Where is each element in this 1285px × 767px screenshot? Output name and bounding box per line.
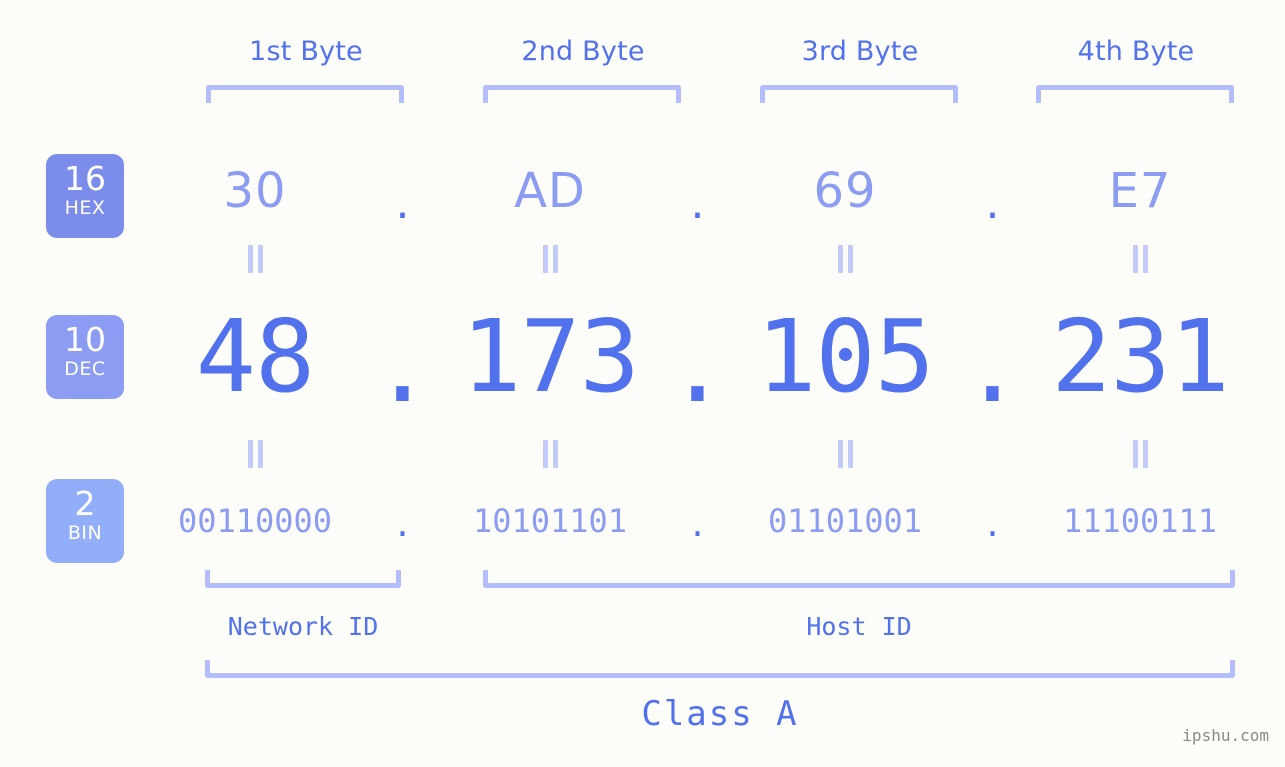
hex-separator-2: .: [690, 178, 705, 230]
byte-label-3: 3rd Byte: [801, 36, 919, 67]
equals-row-dec-bin: [150, 440, 1260, 472]
class-label: Class A: [641, 694, 799, 734]
hex-separator-3: .: [985, 178, 1000, 230]
site-watermark: ipshu.com: [1182, 726, 1269, 745]
base-badge-dec: 10 DEC: [46, 315, 124, 399]
network-id-bracket: [205, 570, 401, 588]
decimal-value-row: 48 . 173 . 105 . 231: [150, 296, 1260, 425]
base-badge-hex: 16 HEX: [46, 154, 124, 238]
hex-byte-1: 30: [223, 163, 287, 219]
bin-byte-4: 11100111: [1062, 502, 1218, 540]
byte-bracket-3: [760, 85, 958, 103]
bin-byte-1: 00110000: [177, 502, 333, 540]
equals-icon-1: [247, 245, 264, 273]
hex-byte-4: E7: [1108, 163, 1172, 219]
dec-byte-3: 105: [756, 297, 935, 415]
hex-byte-2: AD: [514, 163, 586, 219]
hex-value-row: 30 . AD . 69 . E7: [150, 150, 1260, 232]
equals-row-hex-dec: [150, 245, 1260, 277]
dec-byte-1: 48: [195, 297, 315, 415]
host-id-bracket: [483, 570, 1235, 588]
equals-icon-4: [1132, 245, 1149, 273]
dec-byte-4: 231: [1051, 297, 1230, 415]
dec-byte-2: 173: [461, 297, 640, 415]
bin-separator-3: .: [982, 505, 1003, 544]
byte-label-2: 2nd Byte: [521, 36, 645, 67]
base-badge-bin-number: 2: [74, 484, 96, 523]
byte-bracket-2: [483, 85, 681, 103]
byte-label-4: 4th Byte: [1077, 36, 1195, 67]
base-badge-dec-name: DEC: [64, 358, 106, 380]
dec-separator-2: .: [667, 308, 728, 425]
class-bracket: [205, 660, 1235, 678]
byte-label-1: 1st Byte: [249, 36, 363, 67]
network-id-label: Network ID: [227, 612, 379, 641]
hex-byte-3: 69: [813, 163, 877, 219]
base-badge-bin: 2 BIN: [46, 479, 124, 563]
bin-byte-3: 01101001: [767, 502, 923, 540]
host-id-label: Host ID: [806, 612, 912, 641]
binary-value-row: 00110000 . 10101101 . 01101001 . 1110011…: [150, 488, 1260, 554]
base-badge-hex-number: 16: [64, 159, 106, 198]
base-badge-dec-number: 10: [64, 320, 106, 359]
equals-icon-2: [542, 245, 559, 273]
bin-separator-2: .: [687, 505, 708, 544]
byte-bracket-1: [206, 85, 404, 103]
base-badge-hex-name: HEX: [64, 197, 106, 219]
equals-icon-7: [837, 440, 854, 468]
dec-separator-1: .: [372, 308, 433, 425]
bin-separator-1: .: [392, 505, 413, 544]
equals-icon-8: [1132, 440, 1149, 468]
equals-icon-3: [837, 245, 854, 273]
dec-separator-3: .: [962, 308, 1023, 425]
equals-icon-6: [542, 440, 559, 468]
equals-icon-5: [247, 440, 264, 468]
ip-address-diagram: 1st Byte 2nd Byte 3rd Byte 4th Byte 16 H…: [0, 0, 1285, 767]
bin-byte-2: 10101101: [472, 502, 628, 540]
base-badge-bin-name: BIN: [67, 522, 103, 544]
hex-separator-1: .: [395, 178, 410, 230]
byte-bracket-4: [1036, 85, 1234, 103]
